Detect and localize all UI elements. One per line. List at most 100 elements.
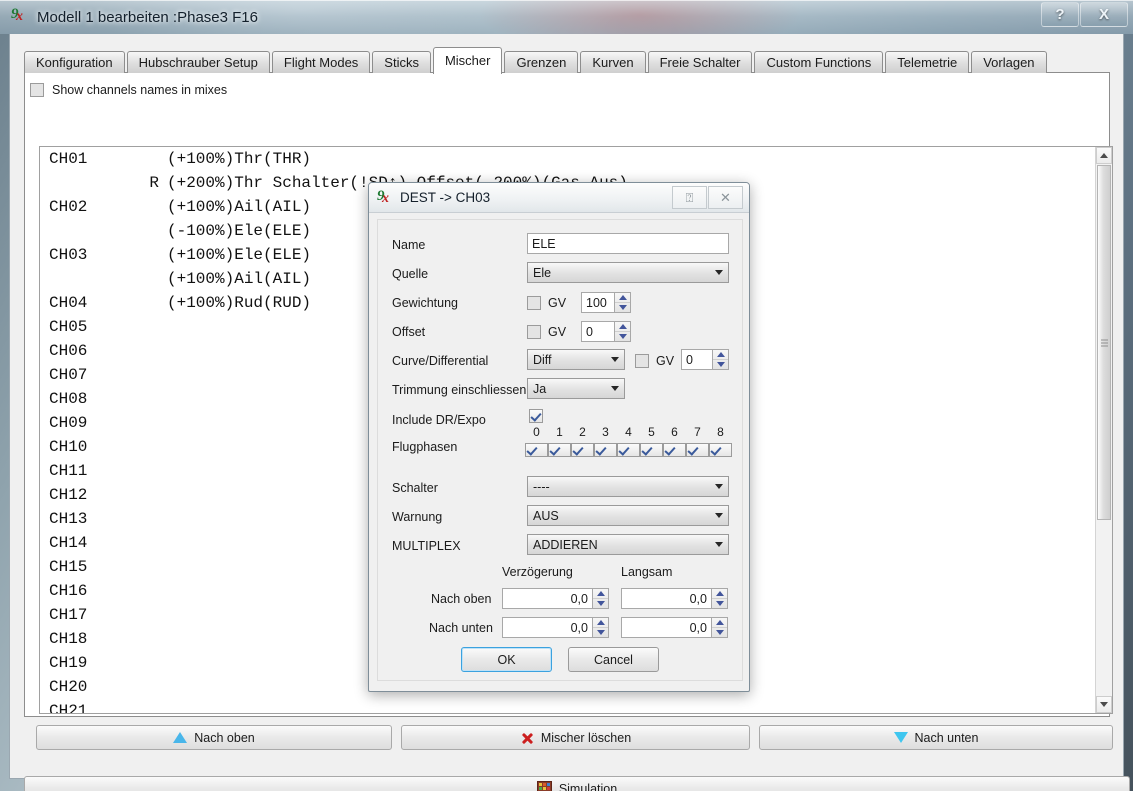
offset-stepper-buttons[interactable] — [615, 321, 631, 342]
up-slow-stepper[interactable]: 0,0 — [621, 588, 728, 609]
tab-custom-functions[interactable]: Custom Functions — [754, 51, 884, 73]
down-slow-stepper[interactable]: 0,0 — [621, 617, 728, 638]
mixer-row-channel: CH08 — [49, 390, 88, 408]
delete-x-icon — [520, 731, 534, 745]
curve-gv-stepper-buttons[interactable] — [713, 349, 729, 370]
move-up-label: Nach oben — [194, 730, 255, 745]
stepper-up-icon[interactable] — [593, 589, 608, 599]
tab-telemetrie[interactable]: Telemetrie — [885, 51, 970, 73]
chevron-down-icon — [715, 484, 723, 489]
mixer-row-channel: CH03 — [49, 246, 88, 264]
dialog-help-button[interactable]: ⍰ — [672, 186, 707, 209]
stepper-down-icon[interactable] — [712, 628, 727, 637]
multiplex-dropdown[interactable]: ADDIEREN — [527, 534, 729, 555]
mixer-row-channel: CH09 — [49, 414, 88, 432]
mixer-row-marker: R — [149, 174, 159, 192]
chevron-down-icon — [715, 513, 723, 518]
gewichtung-stepper-buttons[interactable] — [615, 292, 631, 313]
stepper-down-icon[interactable] — [712, 599, 727, 608]
down-slow-value[interactable]: 0,0 — [621, 617, 712, 638]
down-delay-stepper-buttons[interactable] — [593, 617, 609, 638]
flugphase-7-checkbox[interactable] — [686, 443, 709, 457]
tab-vorlagen[interactable]: Vorlagen — [971, 51, 1047, 73]
cancel-button[interactable]: Cancel — [568, 647, 659, 672]
flugphase-0-checkbox[interactable] — [525, 443, 548, 457]
ok-button[interactable]: OK — [461, 647, 552, 672]
stepper-down-icon[interactable] — [615, 303, 630, 312]
tab-grenzen[interactable]: Grenzen — [504, 51, 579, 73]
flugphase-8-checkbox[interactable] — [709, 443, 732, 457]
up-slow-stepper-buttons[interactable] — [712, 588, 728, 609]
flugphase-5-checkbox[interactable] — [640, 443, 663, 457]
warnung-dropdown[interactable]: AUS — [527, 505, 729, 526]
up-delay-stepper[interactable]: 0,0 — [502, 588, 609, 609]
mixer-row[interactable]: CH01 (+100%)Thr(THR) — [40, 147, 1112, 171]
stepper-down-icon[interactable] — [593, 628, 608, 637]
curve-gv-checkbox[interactable] — [635, 354, 649, 368]
tab-konfiguration[interactable]: Konfiguration — [24, 51, 125, 73]
flugphase-2-checkbox[interactable] — [571, 443, 594, 457]
stepper-down-icon[interactable] — [593, 599, 608, 608]
tab-mischer[interactable]: Mischer — [432, 47, 503, 74]
stepper-down-icon[interactable] — [615, 332, 630, 341]
stepper-down-icon[interactable] — [713, 360, 728, 369]
tab-hubschrauber-setup[interactable]: Hubschrauber Setup — [126, 51, 270, 73]
schalter-dropdown[interactable]: ---- — [527, 476, 729, 497]
scrollbar-thumb[interactable] — [1097, 165, 1111, 520]
move-up-button[interactable]: Nach oben — [36, 725, 392, 750]
curve-dropdown[interactable]: Diff — [527, 349, 625, 370]
scroll-up-button[interactable] — [1096, 147, 1112, 164]
up-slow-value[interactable]: 0,0 — [621, 588, 712, 609]
simulation-button[interactable]: Simulation — [24, 776, 1130, 791]
flugphase-4-checkbox[interactable] — [617, 443, 640, 457]
flugphase-3-checkbox[interactable] — [594, 443, 617, 457]
curve-gv-stepper[interactable]: 0 — [681, 349, 729, 370]
offset-value[interactable]: 0 — [581, 321, 615, 342]
tab-flight-modes[interactable]: Flight Modes — [271, 51, 371, 73]
stepper-up-icon[interactable] — [615, 322, 630, 332]
stepper-up-icon[interactable] — [713, 350, 728, 360]
show-channel-names-row[interactable]: Show channels names in mixes — [30, 83, 227, 97]
stepper-up-icon[interactable] — [712, 618, 727, 628]
flugphase-1-checkbox[interactable] — [548, 443, 571, 457]
show-channel-names-checkbox[interactable] — [30, 83, 44, 97]
mixer-row-channel: CH16 — [49, 582, 88, 600]
help-button[interactable]: ? — [1041, 2, 1079, 27]
down-delay-value[interactable]: 0,0 — [502, 617, 593, 638]
gewichtung-stepper[interactable]: 100 — [581, 292, 631, 313]
curve-gv-value[interactable]: 0 — [681, 349, 713, 370]
mixer-row-channel: CH14 — [49, 534, 88, 552]
gewichtung-value[interactable]: 100 — [581, 292, 615, 313]
mixer-row-expression: (+100%)Rud(RUD) — [167, 294, 312, 312]
offset-stepper[interactable]: 0 — [581, 321, 631, 342]
trim-label: Trimmung einschliessen — [392, 383, 527, 397]
up-delay-value[interactable]: 0,0 — [502, 588, 593, 609]
mixer-row-channel: CH17 — [49, 606, 88, 624]
gewichtung-gv-checkbox[interactable] — [527, 296, 541, 310]
mixer-list-scrollbar[interactable] — [1095, 147, 1112, 713]
flugphase-6-checkbox[interactable] — [663, 443, 686, 457]
scroll-down-button[interactable] — [1096, 696, 1112, 713]
chevron-down-icon — [715, 542, 723, 547]
trim-dropdown[interactable]: Ja — [527, 378, 625, 399]
up-delay-stepper-buttons[interactable] — [593, 588, 609, 609]
down-delay-stepper[interactable]: 0,0 — [502, 617, 609, 638]
flugphase-checkbox-cell — [663, 443, 686, 457]
stepper-up-icon[interactable] — [593, 618, 608, 628]
tab-freie-schalter[interactable]: Freie Schalter — [647, 51, 753, 73]
down-slow-stepper-buttons[interactable] — [712, 617, 728, 638]
close-button[interactable]: X — [1080, 2, 1128, 27]
tab-sticks[interactable]: Sticks — [372, 51, 431, 73]
delete-mixer-button[interactable]: Mischer löschen — [401, 725, 750, 750]
include-dr-expo-checkbox[interactable] — [529, 409, 543, 423]
stepper-up-icon[interactable] — [712, 589, 727, 599]
move-down-button[interactable]: Nach unten — [759, 725, 1113, 750]
mixer-row[interactable]: CH21 — [40, 699, 1112, 713]
stepper-up-icon[interactable] — [615, 293, 630, 303]
dialog-close-button[interactable]: ✕ — [708, 186, 743, 209]
tab-kurven[interactable]: Kurven — [580, 51, 646, 73]
quelle-dropdown[interactable]: Ele — [527, 262, 729, 283]
name-input[interactable]: ELE — [527, 233, 729, 254]
offset-gv-checkbox[interactable] — [527, 325, 541, 339]
offset-gv-group: GV — [527, 321, 566, 343]
